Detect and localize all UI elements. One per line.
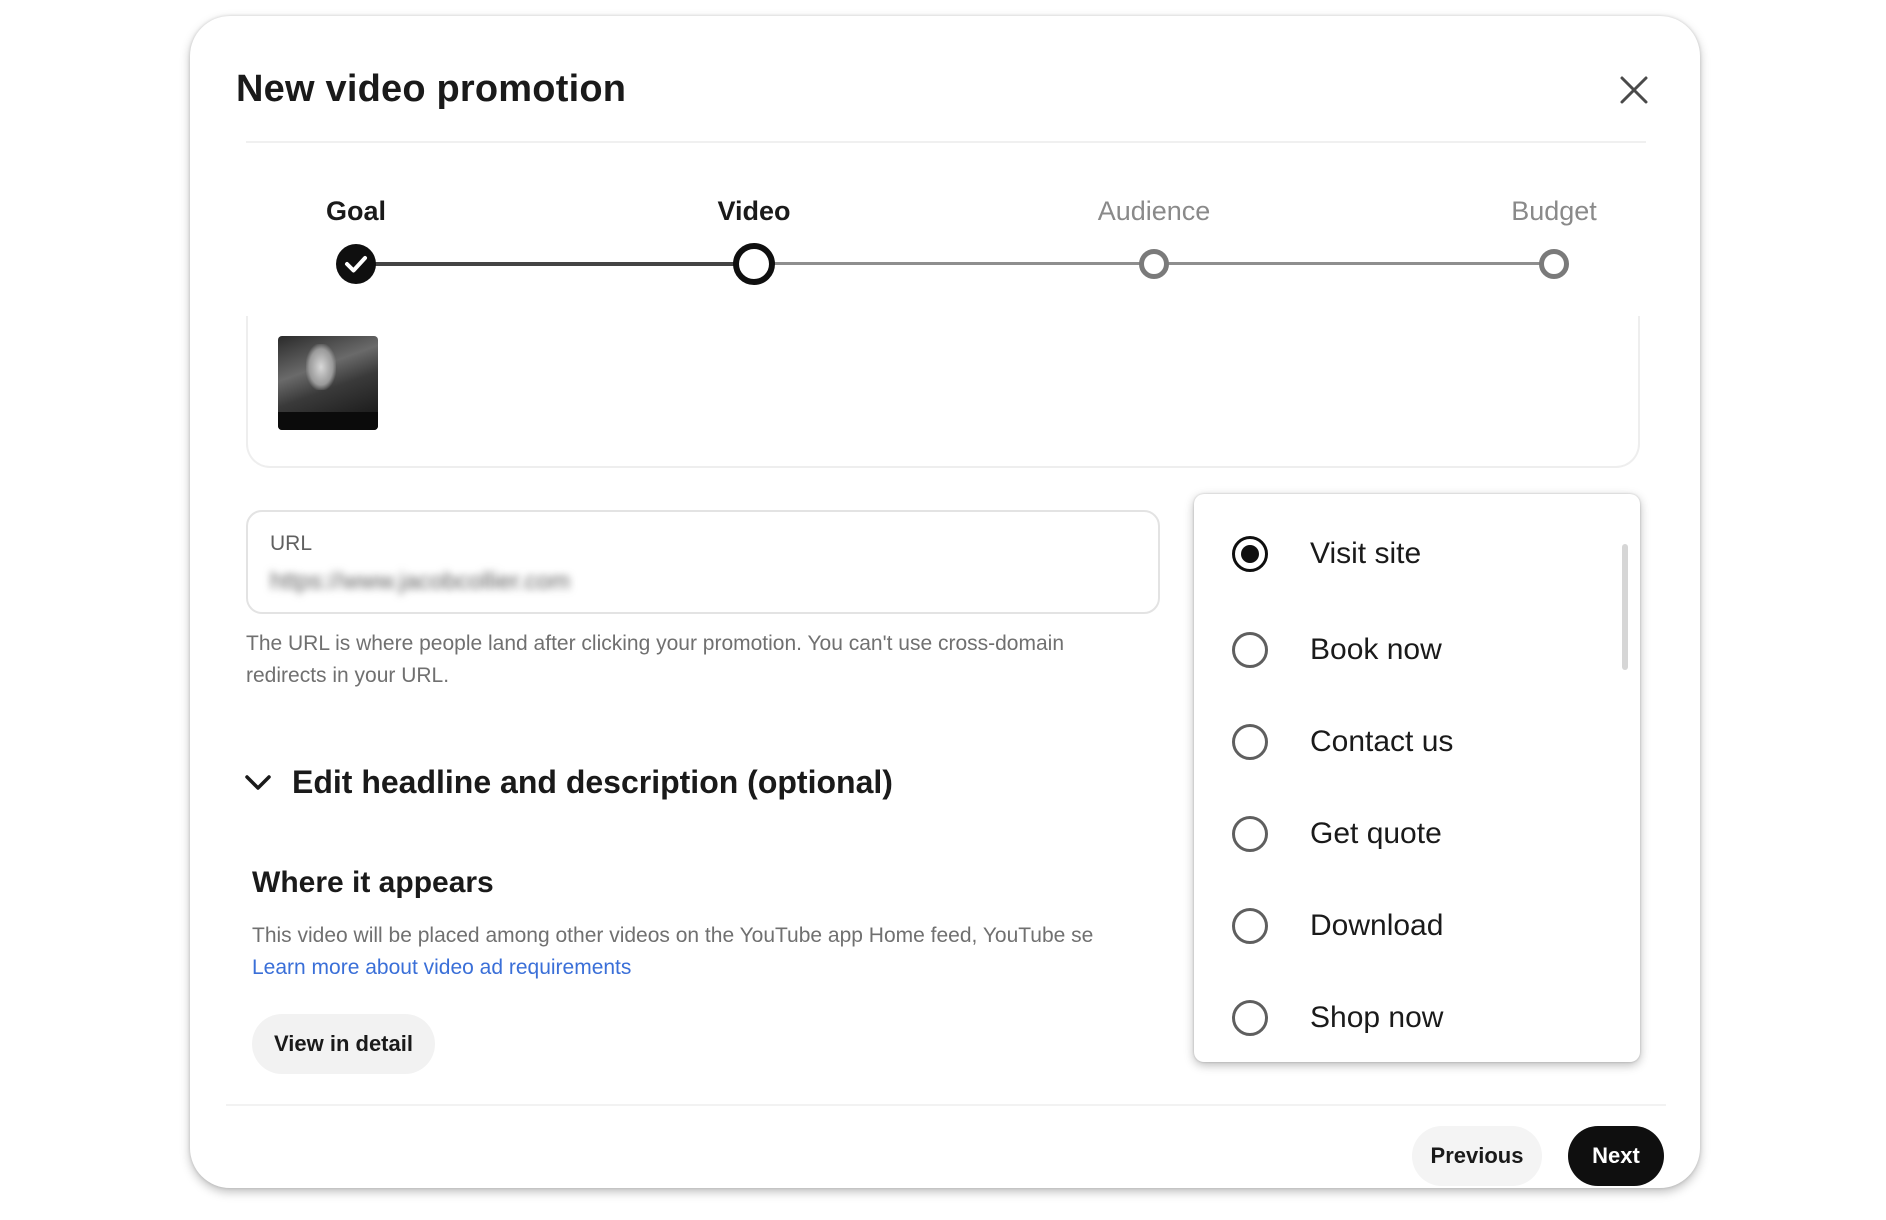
step-video-dot xyxy=(733,243,775,285)
option-visit-site[interactable]: Visit site xyxy=(1232,524,1421,584)
option-contact-us[interactable]: Contact us xyxy=(1232,712,1453,772)
header-divider xyxy=(246,141,1646,143)
dropdown-scrollbar[interactable] xyxy=(1622,544,1628,670)
radio-unchecked-icon[interactable] xyxy=(1232,816,1268,852)
radio-unchecked-icon[interactable] xyxy=(1232,908,1268,944)
call-to-action-dropdown: Visit site Book now Contact us Get quote… xyxy=(1194,494,1640,1062)
option-label: Download xyxy=(1310,909,1444,942)
radio-unchecked-icon[interactable] xyxy=(1232,632,1268,668)
option-label: Get quote xyxy=(1310,817,1442,850)
option-get-quote[interactable]: Get quote xyxy=(1232,804,1442,864)
placement-description: This video will be placed among other vi… xyxy=(252,924,1094,947)
placement-title: Where it appears xyxy=(252,866,494,899)
chevron-down-icon xyxy=(245,774,271,790)
option-book-now[interactable]: Book now xyxy=(1232,620,1442,680)
video-thumbnail xyxy=(278,336,378,430)
progress-stepper: Goal Video Audience Budget xyxy=(190,186,1700,296)
url-field-label: URL xyxy=(270,532,313,555)
radio-checked-icon[interactable] xyxy=(1232,536,1268,572)
radio-unchecked-icon[interactable] xyxy=(1232,1000,1268,1036)
url-field[interactable]: URL https://www.jacobcollier.com xyxy=(246,510,1160,614)
option-download[interactable]: Download xyxy=(1232,896,1443,956)
step-connector-done xyxy=(356,262,754,266)
close-button[interactable] xyxy=(1604,60,1664,120)
step-goal-dot xyxy=(336,244,376,284)
footer-divider xyxy=(226,1104,1666,1106)
step-audience-label: Audience xyxy=(1097,196,1211,226)
url-help-text: The URL is where people land after click… xyxy=(246,632,1064,687)
view-in-detail-button[interactable]: View in detail xyxy=(252,1014,435,1074)
step-goal-label: Goal xyxy=(325,196,387,226)
option-shop-now[interactable]: Shop now xyxy=(1232,988,1443,1048)
selected-video-card[interactable] xyxy=(246,316,1640,468)
previous-button[interactable]: Previous xyxy=(1412,1126,1542,1186)
step-budget-label: Budget xyxy=(1511,196,1597,226)
check-icon xyxy=(345,256,367,273)
dialog-title: New video promotion xyxy=(236,68,627,110)
option-label: Contact us xyxy=(1310,725,1454,758)
step-budget-dot xyxy=(1539,249,1569,279)
edit-headline-expander[interactable]: Edit headline and description (optional) xyxy=(242,764,893,801)
option-label: Shop now xyxy=(1310,1001,1444,1034)
close-icon xyxy=(1620,76,1648,104)
radio-unchecked-icon[interactable] xyxy=(1232,724,1268,760)
step-audience-dot xyxy=(1139,249,1169,279)
step-video-label: Video xyxy=(717,196,791,226)
option-label: Book now xyxy=(1310,633,1442,666)
url-field-value[interactable]: https://www.jacobcollier.com xyxy=(270,568,570,596)
option-label: Visit site xyxy=(1310,537,1422,570)
next-button[interactable]: Next xyxy=(1568,1126,1664,1186)
learn-more-link[interactable]: Learn more about video ad requirements xyxy=(252,952,631,984)
edit-headline-label: Edit headline and description (optional) xyxy=(292,764,893,800)
